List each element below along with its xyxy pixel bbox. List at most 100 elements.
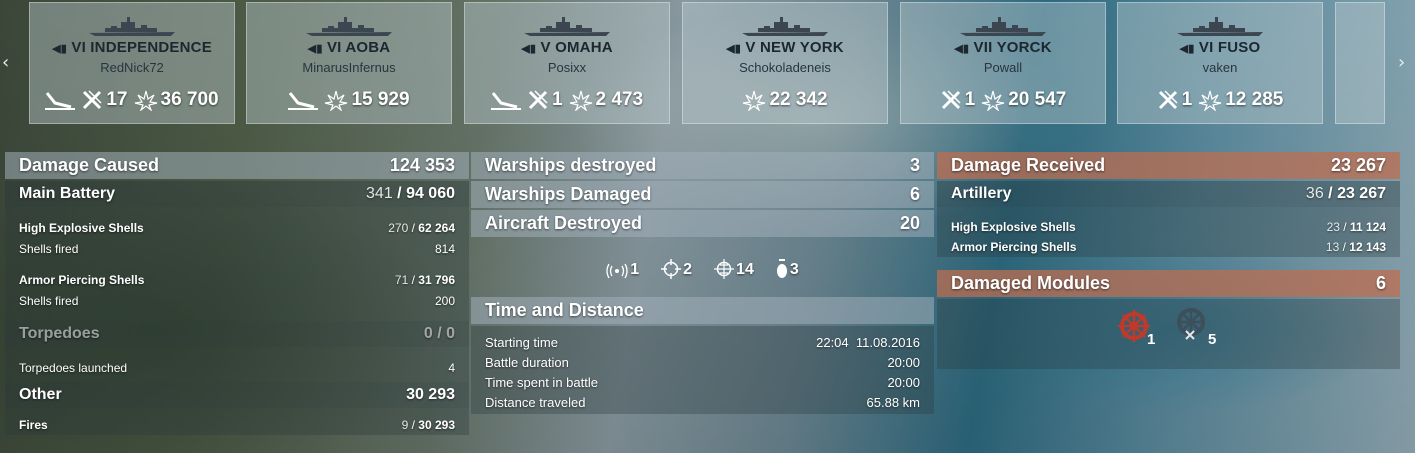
received-ap-hits: 13: [1325, 240, 1340, 254]
warships-destroyed-row: Warships destroyed 3: [471, 152, 934, 179]
torpedoes-launched-value: 4: [448, 360, 455, 375]
steering-gear-destroyed-icon: [1172, 305, 1210, 348]
distance-row: Distance traveled 65.88 km: [471, 392, 934, 412]
artillery-damage: 23 267: [1337, 185, 1386, 202]
he-shells-row: High Explosive Shells 270 / 62 264: [5, 217, 469, 238]
ship-card[interactable]: ◀▮ VII YORCK Powall 1 20 547: [900, 2, 1106, 124]
ship-planes-count: 1: [551, 89, 563, 110]
battle-duration-label: Battle duration: [485, 354, 569, 370]
ship-damage-value: 22 342: [769, 89, 828, 110]
ap-shells-label: Armor Piercing Shells: [19, 272, 145, 287]
damage-received-header: Damage Received 23 267: [937, 152, 1400, 179]
he-fired-row: Shells fired 814: [5, 238, 469, 259]
main-battery-damage: 94 060: [406, 185, 455, 202]
damage-received-panel: Damage Received 23 267 Artillery 36 / 23…: [937, 152, 1400, 369]
player-name: MinarusInfernus: [302, 60, 396, 75]
ap-shells-damage: 31 796: [418, 272, 455, 287]
ship-stats: 17 36 700: [30, 89, 234, 111]
time-distance-header: Time and Distance: [471, 297, 934, 324]
ship-stats: 1 12 285: [1118, 89, 1322, 111]
ship-damage-value: 2 473: [595, 89, 644, 110]
player-name: Schokoladeneis: [739, 60, 831, 75]
damaged-modules-total: 6: [1375, 273, 1386, 293]
ship-stats: 1 20 547: [901, 89, 1105, 111]
main-battery-label: Main Battery: [19, 185, 116, 202]
received-he-row: High Explosive Shells 23 / 11 124: [937, 217, 1400, 237]
damaged-modules-title: Damaged Modules: [951, 273, 1111, 293]
received-he-hits: 23: [1326, 220, 1340, 234]
ship-stats: 22 342: [683, 89, 887, 111]
he-shells-label: High Explosive Shells: [19, 220, 144, 235]
ship-card[interactable]: ◀▮ VI INDEPENDENCE RedNick72 17 36 700: [29, 2, 235, 124]
damaged-modules-list: 1 5: [937, 299, 1400, 369]
damage-icon: 36 700: [134, 89, 219, 111]
ship-card[interactable]: ◀▮ VI FUSO vaken 1 12 285: [1117, 2, 1323, 124]
other-row: Other 30 293: [5, 382, 469, 408]
ap-fired-label: Shells fired: [19, 293, 79, 308]
artillery-hits: 36: [1305, 185, 1324, 202]
he-shells-damage: 62 264: [418, 220, 455, 235]
ship-planes-count: 1: [1181, 89, 1193, 110]
ap-shells-row: Armor Piercing Shells 71 / 31 796: [5, 269, 469, 290]
damage-icon: 22 342: [742, 89, 828, 111]
warships-damaged-value: 6: [909, 184, 920, 204]
battle-duration-row: Battle duration 20:00: [471, 352, 934, 372]
ship-class-icon: ◀▮: [521, 43, 537, 55]
crosshair-icon: 2: [661, 259, 692, 279]
torpedoes-launched-row: Torpedoes launched 4: [5, 357, 469, 378]
ship-destroyed-icon: [288, 89, 319, 111]
distance-label: Distance traveled: [485, 394, 586, 410]
warships-damaged-label: Warships Damaged: [485, 184, 652, 204]
time-in-battle-value: 20:00: [887, 374, 920, 390]
he-shells-hits: 270: [388, 220, 409, 235]
ship-name: ◀▮ VI AOBA: [307, 39, 391, 56]
right-arrow-icon[interactable]: ›: [1398, 52, 1405, 73]
artillery-row: Artillery 36 / 23 267: [937, 181, 1400, 207]
aircraft-destroyed-icon: 1: [527, 89, 563, 111]
capture-count: 3: [789, 261, 799, 278]
damage-icon: 12 285: [1198, 89, 1283, 111]
ship-class-icon: ◀▮: [954, 43, 970, 55]
aircraft-destroyed-icon: 17: [81, 89, 128, 111]
ship-damage-value: 20 547: [1008, 89, 1067, 110]
ship-card-partial[interactable]: [1335, 2, 1385, 124]
received-ap-row: Armor Piercing Shells 13 / 12 143: [937, 237, 1400, 257]
ship-card[interactable]: ◀▮ V OMAHA Posixx 1 2 473: [464, 2, 670, 124]
ship-damage-value: 36 700: [160, 89, 219, 110]
ship-class-icon: ◀▮: [1179, 43, 1195, 55]
ship-stats: 1 2 473: [465, 89, 669, 111]
ship-class-icon: ◀▮: [726, 43, 742, 55]
received-ap-damage: 12 143: [1349, 240, 1386, 254]
starting-date-value: 11.08.2016: [855, 334, 920, 350]
crosshair-grid-icon: 14: [714, 259, 754, 279]
time-distance-title: Time and Distance: [485, 300, 644, 320]
player-name: Posixx: [547, 60, 587, 75]
steering-gear-count: 1: [1147, 331, 1156, 348]
aircraft-destroyed-icon: 1: [1157, 89, 1193, 111]
aircraft-destroyed-row: Aircraft Destroyed 20: [471, 210, 934, 237]
other-label: Other: [19, 386, 62, 403]
achievement-icons: 1 2 14 3: [471, 239, 934, 279]
warships-destroyed-label: Warships destroyed: [485, 155, 657, 175]
damage-caused-total: 124 353: [389, 155, 455, 175]
aircraft-destroyed-icon: 1: [940, 89, 976, 111]
damaged-modules-header: Damaged Modules 6: [937, 270, 1400, 297]
time-in-battle-row: Time spent in battle 20:00: [471, 372, 934, 392]
other-damage: 30 293: [406, 386, 455, 403]
left-arrow-icon[interactable]: ‹: [2, 52, 9, 73]
ap-fired-value: 200: [434, 293, 455, 308]
damage-icon: 2 473: [569, 89, 644, 111]
artillery-label: Artillery: [951, 185, 1012, 202]
crosshair-count: 2: [683, 261, 693, 278]
ship-stats: 15 929: [247, 89, 451, 111]
ship-card[interactable]: ◀▮ V NEW YORK Schokoladeneis 22 342: [682, 2, 888, 124]
torpedoes-launched-label: Torpedoes launched: [19, 360, 128, 375]
fires-hits: 9: [401, 417, 409, 432]
distance-value: 65.88 km: [866, 394, 920, 410]
starting-time-row: Starting time 22:04 11.08.2016: [471, 332, 934, 352]
ship-planes-count: 1: [964, 89, 976, 110]
ship-damage-value: 12 285: [1225, 89, 1284, 110]
ship-card[interactable]: ◀▮ VI AOBA MinarusInfernus 15 929: [246, 2, 452, 124]
combat-summary-panel: Warships destroyed 3 Warships Damaged 6 …: [471, 152, 934, 414]
ship-destroyed-icon: [490, 89, 521, 111]
